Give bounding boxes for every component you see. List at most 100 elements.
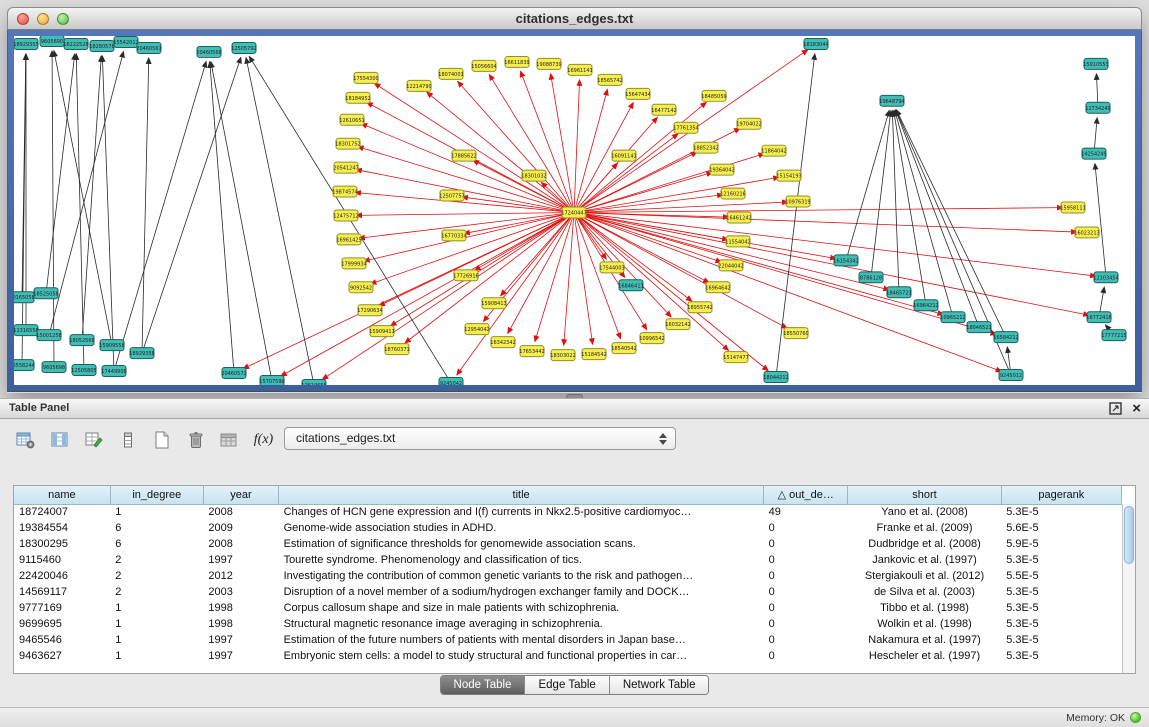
graph-node[interactable]: 16091141 bbox=[611, 150, 636, 161]
graph-node[interactable]: 16611839 bbox=[504, 56, 529, 67]
column-header-title[interactable]: title bbox=[279, 486, 764, 504]
graph-node[interactable]: 16846411 bbox=[618, 280, 643, 291]
graph-node[interactable]: 17449908 bbox=[101, 366, 126, 377]
graph-node[interactable]: 9605690 bbox=[40, 36, 64, 46]
graph-node[interactable]: 12505792 bbox=[231, 42, 256, 53]
table-row[interactable]: 2242004622012Investigating the contribut… bbox=[14, 568, 1122, 584]
column-header-name[interactable]: name bbox=[14, 486, 110, 504]
graph-node[interactable]: 18485059 bbox=[701, 90, 726, 101]
graph-node[interactable]: 15707598 bbox=[259, 376, 284, 385]
graph-node[interactable]: 16032142 bbox=[665, 319, 690, 330]
table-row[interactable]: 946362711997Embryonic stem cells: a mode… bbox=[14, 648, 1122, 664]
graph-node[interactable]: 22044042 bbox=[718, 260, 743, 271]
graph-node[interactable]: 16342342 bbox=[490, 337, 515, 348]
graph-node[interactable]: 18929358 bbox=[129, 348, 154, 359]
import-table-button[interactable] bbox=[216, 427, 243, 453]
table-row[interactable]: 1456911722003Disruption of a novel membe… bbox=[14, 584, 1122, 600]
graph-node[interactable]: 19874574 bbox=[332, 186, 357, 197]
show-columns-button[interactable] bbox=[46, 427, 73, 453]
float-panel-icon[interactable] bbox=[1109, 402, 1122, 415]
edit-columns-button[interactable] bbox=[80, 427, 107, 453]
graph-node[interactable]: 15909411 bbox=[369, 326, 394, 337]
graph-node[interactable]: 10996542 bbox=[639, 333, 664, 344]
column-header-pagerank[interactable]: pagerank bbox=[1001, 486, 1121, 504]
network-canvas[interactable]: 1724044717554300181849521261065118301752… bbox=[14, 36, 1135, 385]
graph-node[interactable]: 17777215 bbox=[1101, 330, 1126, 341]
graph-node[interactable]: 11316558 bbox=[14, 325, 39, 336]
graph-node[interactable]: 9245042 bbox=[439, 378, 463, 385]
graph-node[interactable]: 18280578 bbox=[89, 40, 114, 51]
graph-node[interactable]: 18525058 bbox=[33, 288, 58, 299]
graph-node[interactable]: 20541247 bbox=[333, 162, 358, 173]
tab-node-table[interactable]: Node Table bbox=[441, 676, 526, 694]
minimize-window-button[interactable] bbox=[37, 13, 49, 25]
graph-node[interactable]: 16558244 bbox=[14, 360, 35, 371]
graph-node[interactable]: 18929355 bbox=[14, 38, 39, 49]
graph-node[interactable]: 16222528 bbox=[63, 38, 88, 49]
graph-node[interactable]: 16584212 bbox=[993, 332, 1018, 343]
graph-node[interactable]: 17726916 bbox=[453, 270, 478, 281]
column-header-out_degree[interactable]: △ out_de… bbox=[764, 486, 848, 504]
graph-node[interactable]: 16477142 bbox=[651, 104, 676, 115]
graph-node[interactable]: 18044212 bbox=[763, 372, 788, 383]
graph-node[interactable]: 18046521 bbox=[966, 322, 991, 333]
graph-node[interactable]: 19364042 bbox=[709, 164, 734, 175]
graph-node[interactable]: 15001258 bbox=[36, 330, 61, 341]
close-window-button[interactable] bbox=[17, 13, 29, 25]
graph-node[interactable]: 15056604 bbox=[471, 60, 496, 71]
tab-edge-table[interactable]: Edge Table bbox=[525, 676, 609, 694]
graph-node[interactable]: 15909558 bbox=[99, 340, 124, 351]
graph-node[interactable]: 16964212 bbox=[913, 300, 938, 311]
graph-node[interactable]: 19648794 bbox=[879, 95, 904, 106]
graph-node[interactable]: 15908413 bbox=[481, 298, 506, 309]
graph-node[interactable]: 19088739 bbox=[536, 58, 561, 69]
graph-node[interactable]: 17290634 bbox=[357, 305, 382, 316]
column-header-short[interactable]: short bbox=[848, 486, 1001, 504]
graph-node[interactable]: 12954042 bbox=[464, 324, 489, 335]
table-selector-dropdown[interactable]: citations_edges.txt bbox=[284, 427, 676, 450]
table-row[interactable]: 977716911998Corpus callosum shape and si… bbox=[14, 600, 1122, 616]
graph-node[interactable]: 17554300 bbox=[353, 72, 378, 83]
graph-node[interactable]: 11554042 bbox=[725, 236, 750, 247]
graph-node[interactable]: 16770334 bbox=[441, 230, 466, 241]
graph-node[interactable]: 15910553 bbox=[1083, 58, 1108, 69]
vertical-scrollbar[interactable] bbox=[1122, 504, 1135, 673]
table-row[interactable]: 969969511998Structural magnetic resonanc… bbox=[14, 616, 1122, 632]
graph-node[interactable]: 12475712 bbox=[333, 210, 358, 221]
graph-node[interactable]: 20460561 bbox=[136, 42, 161, 53]
table-row[interactable]: 1830029562008Estimation of significance … bbox=[14, 536, 1122, 552]
graph-node[interactable]: 16961425 bbox=[336, 234, 361, 245]
graph-node[interactable]: 9092542 bbox=[349, 282, 373, 293]
graph-node[interactable]: 16961141 bbox=[567, 64, 592, 75]
column-button[interactable] bbox=[114, 427, 141, 453]
graph-node[interactable]: 18183044 bbox=[803, 38, 828, 49]
graph-node[interactable]: 17544003 bbox=[599, 262, 624, 273]
function-button[interactable]: f(x) bbox=[250, 427, 277, 453]
graph-node[interactable]: 15647434 bbox=[625, 88, 650, 99]
graph-node[interactable]: 12505805 bbox=[71, 365, 96, 376]
graph-node[interactable]: 16772416 bbox=[1086, 312, 1111, 323]
graph-node[interactable]: 12610651 bbox=[339, 114, 364, 125]
graph-node[interactable]: 15184542 bbox=[581, 349, 606, 360]
graph-node[interactable]: 18301032 bbox=[521, 170, 546, 181]
table-mode-button[interactable] bbox=[12, 427, 39, 453]
column-header-year[interactable]: year bbox=[203, 486, 278, 504]
graph-node[interactable]: 15542012 bbox=[113, 36, 138, 47]
graph-node[interactable]: 12610655 bbox=[301, 380, 326, 385]
graph-node[interactable]: 16154342 bbox=[833, 255, 858, 266]
graph-node[interactable]: 9245012 bbox=[999, 370, 1023, 381]
graph-node[interactable]: 12160216 bbox=[720, 188, 745, 199]
graph-node[interactable]: 11864042 bbox=[761, 145, 786, 156]
graph-node[interactable]: 9605698 bbox=[42, 362, 66, 373]
table-row[interactable]: 1872400712008Changes of HCN gene express… bbox=[14, 504, 1122, 520]
graph-node[interactable]: 18301752 bbox=[335, 138, 360, 149]
graph-node[interactable]: 16461242 bbox=[726, 212, 751, 223]
graph-node[interactable]: 15958111 bbox=[1060, 202, 1085, 213]
graph-node[interactable]: 10965212 bbox=[940, 312, 965, 323]
graph-node[interactable]: 16023213 bbox=[1074, 227, 1099, 238]
delete-icon[interactable] bbox=[182, 427, 209, 453]
graph-node[interactable]: 12507757 bbox=[439, 190, 464, 201]
scrollbar-thumb[interactable] bbox=[1124, 506, 1134, 564]
graph-node[interactable]: 14254249 bbox=[1081, 148, 1106, 159]
graph-node[interactable]: 17999934 bbox=[341, 258, 366, 269]
